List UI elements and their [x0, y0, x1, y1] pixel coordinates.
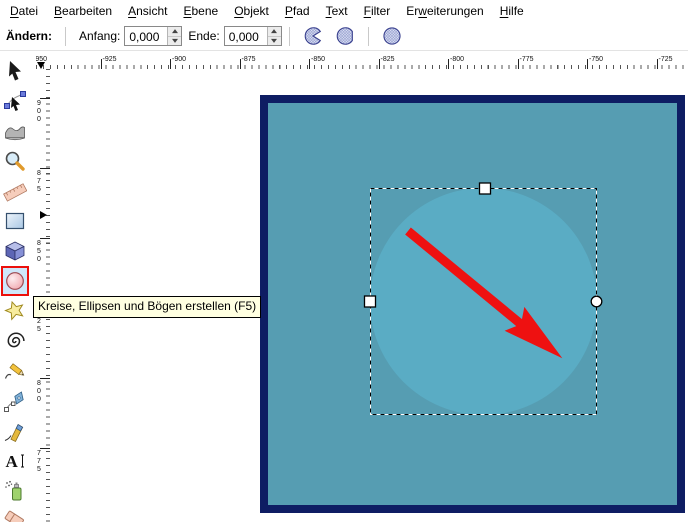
- open-arc-icon: [336, 27, 353, 45]
- hruler-label: -900: [172, 56, 187, 63]
- anfang-decrement-button[interactable]: [168, 35, 182, 45]
- separator: [367, 26, 369, 46]
- tweak-icon: [5, 126, 25, 141]
- menu-item-datei[interactable]: Datei: [2, 1, 46, 21]
- tool-star[interactable]: [1, 296, 29, 326]
- tool-spray[interactable]: [1, 476, 29, 506]
- box-3d-icon: [5, 241, 25, 261]
- ruler-position-marker-vertical: [40, 211, 47, 219]
- ende-increment-button[interactable]: [267, 27, 281, 36]
- menu-item-ansicht[interactable]: Ansicht: [120, 1, 175, 21]
- star-icon: [4, 300, 24, 321]
- pencil-icon: [4, 363, 25, 379]
- tool-options-bar: Ändern: Anfang: 0,000 Ende: 0,000: [0, 22, 688, 51]
- hruler-label: -775: [519, 56, 534, 63]
- red-arrow: [405, 227, 563, 359]
- whole-ellipse-icon: [383, 27, 401, 45]
- hruler-label: -825: [380, 56, 395, 63]
- ruler-position-marker-horizontal: [37, 62, 45, 69]
- whole-ellipse-button[interactable]: [379, 24, 405, 48]
- tool-rectangle[interactable]: [1, 206, 29, 236]
- menu-item-bearbeiten[interactable]: Bearbeiten: [46, 1, 120, 21]
- ende-decrement-button[interactable]: [267, 35, 281, 45]
- anfang-increment-button[interactable]: [168, 27, 182, 36]
- separator: [288, 26, 290, 46]
- pie-segment-button[interactable]: [300, 24, 326, 48]
- eraser-icon: [4, 510, 24, 522]
- document-page[interactable]: [260, 95, 685, 513]
- ellipse-shape[interactable]: [370, 188, 597, 415]
- inkscape-window: Datei Bearbeiten Ansicht Ebene Objekt Pfad Tex…: [0, 0, 688, 522]
- tool-zoom[interactable]: [1, 146, 29, 176]
- rectangle-icon: [5, 212, 25, 230]
- tool-pen[interactable]: [1, 386, 29, 416]
- menu-item-pfad[interactable]: Pfad: [277, 1, 318, 21]
- selection-marquee: [370, 188, 597, 415]
- menu-bar: Datei Bearbeiten Ansicht Ebene Objekt Pfad Tex…: [0, 0, 688, 23]
- spiral-icon: [7, 332, 25, 348]
- ende-spinbox[interactable]: 0,000: [223, 26, 282, 46]
- hruler-label: -925: [102, 56, 117, 63]
- open-arc-button[interactable]: [332, 24, 358, 48]
- tool-spiral[interactable]: [1, 326, 29, 356]
- hruler-label: -850: [311, 56, 326, 63]
- tool-eraser[interactable]: [1, 506, 29, 522]
- hruler-label: -725: [658, 56, 673, 63]
- spray-icon: [5, 480, 22, 501]
- tool-pencil[interactable]: [1, 356, 29, 386]
- tooltip: Kreise, Ellipsen und Bögen erstellen (F5…: [33, 296, 262, 318]
- mode-label: Ändern:: [6, 29, 52, 43]
- measure-icon: [3, 183, 27, 202]
- menu-item-text[interactable]: Text: [318, 1, 356, 21]
- vruler-label: 775: [37, 450, 41, 473]
- vruler-label: 875: [37, 170, 41, 193]
- ende-label: Ende:: [188, 29, 220, 43]
- menu-item-ebene[interactable]: Ebene: [175, 1, 226, 21]
- calligraphy-icon: [4, 424, 24, 442]
- text-icon: A: [6, 452, 24, 471]
- handle-right-round[interactable]: [590, 295, 603, 308]
- menu-item-objekt[interactable]: Objekt: [226, 1, 277, 21]
- tool-ellipse[interactable]: [1, 266, 29, 296]
- tool-box-3d[interactable]: [1, 236, 29, 266]
- tool-tweak[interactable]: [1, 116, 29, 146]
- anfang-value: 0,000: [129, 30, 160, 44]
- pie-segment-icon: [304, 27, 321, 45]
- svg-text:A: A: [6, 452, 19, 471]
- selector-icon: [9, 61, 21, 81]
- tool-measure[interactable]: [1, 176, 29, 206]
- vruler-label: 900: [37, 100, 41, 123]
- zoom-icon: [5, 151, 25, 171]
- node-editor-icon: [4, 91, 26, 111]
- ende-value: 0,000: [228, 30, 259, 44]
- tool-node-editor[interactable]: [1, 86, 29, 116]
- tool-calligraphy[interactable]: [1, 416, 29, 446]
- handle-top-square[interactable]: [478, 182, 492, 195]
- anfang-spinbox[interactable]: 0,000: [124, 26, 183, 46]
- menu-item-filter[interactable]: Filter: [356, 1, 399, 21]
- ruler-horizontal[interactable]: -950-925-900-875-850-825-800-775-750-725: [36, 55, 688, 69]
- separator: [65, 26, 66, 46]
- anfang-label: Anfang:: [79, 29, 121, 43]
- tool-selector[interactable]: [1, 56, 29, 86]
- pen-icon: [4, 391, 24, 412]
- canvas: [260, 95, 685, 513]
- hruler-label: -800: [450, 56, 465, 63]
- handle-left-square[interactable]: [363, 295, 377, 308]
- menu-item-erweiterungen[interactable]: Erweiterungen: [398, 1, 491, 21]
- tool-text[interactable]: A: [1, 446, 29, 476]
- toolbox: A: [1, 56, 31, 522]
- ellipse-icon: [6, 272, 24, 290]
- hruler-label: -875: [241, 56, 256, 63]
- vruler-label: 800: [37, 380, 41, 403]
- menu-item-hilfe[interactable]: Hilfe: [492, 1, 532, 21]
- vruler-label: 850: [37, 240, 41, 263]
- hruler-label: -750: [589, 56, 604, 63]
